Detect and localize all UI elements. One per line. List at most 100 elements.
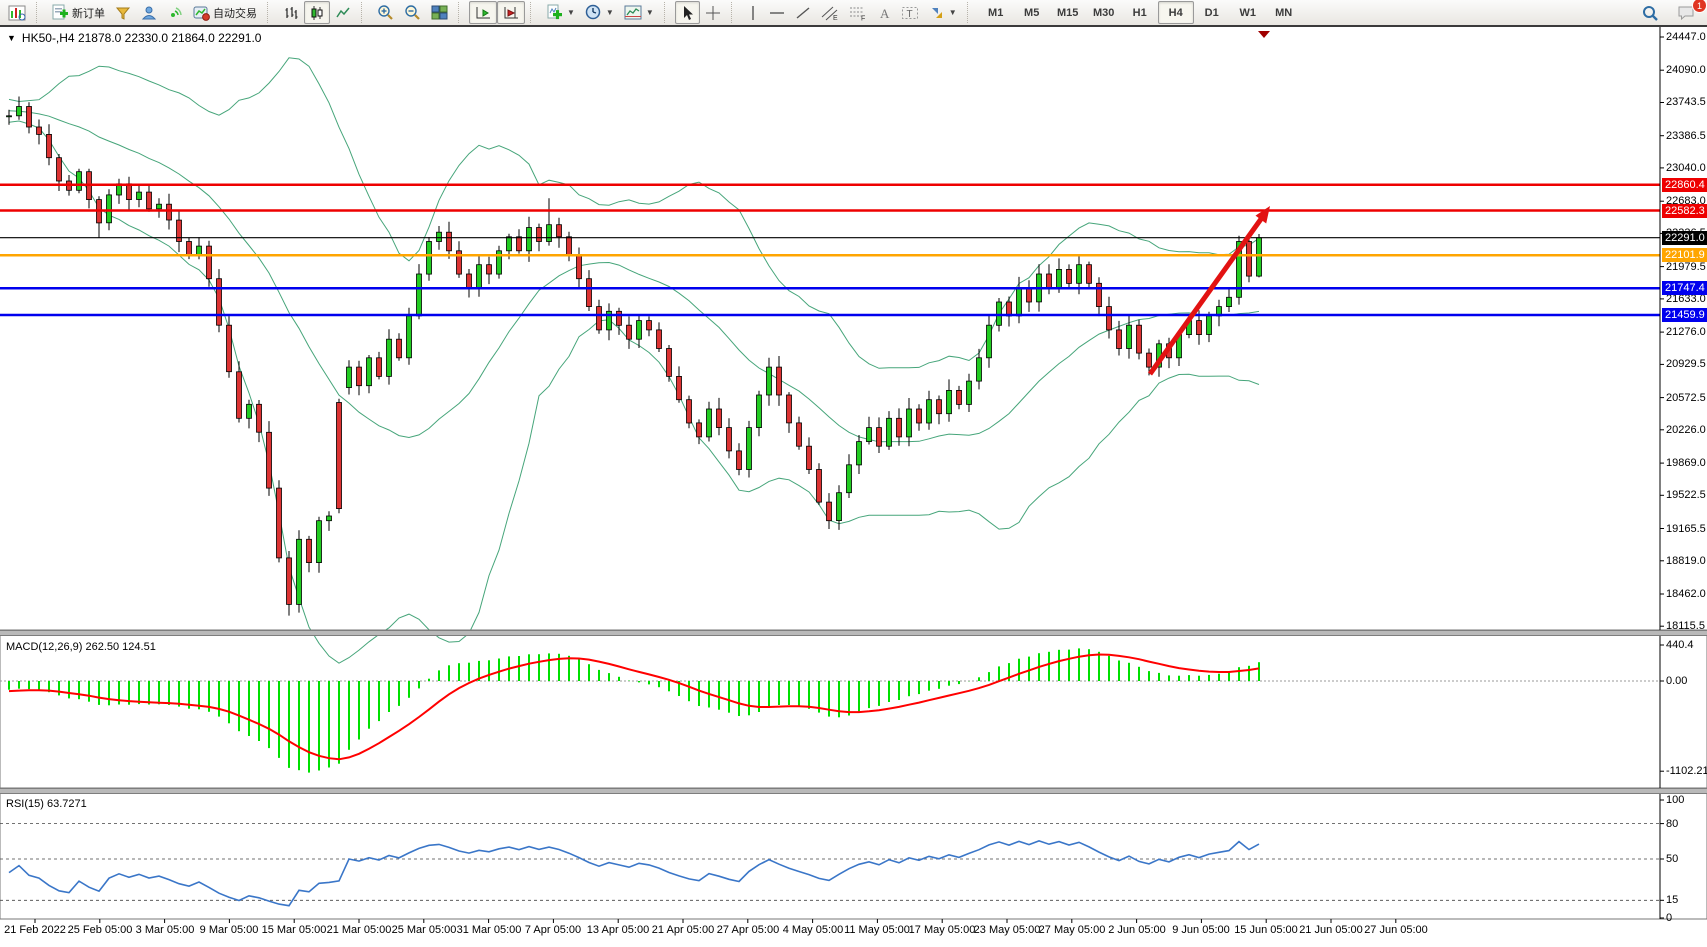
time-tick-label: 21 Mar 05:00 — [327, 924, 392, 936]
text-button[interactable]: A — [872, 1, 896, 24]
chart-shift-button[interactable] — [497, 1, 525, 24]
line-chart-icon — [335, 5, 351, 21]
autotrading-button[interactable]: 自动交易 — [188, 1, 262, 24]
toolbar-separator — [458, 2, 464, 23]
bar-chart-button[interactable] — [278, 1, 304, 24]
price-tick-label: 23040.0 — [1666, 162, 1706, 174]
time-tick-label: 17 May 05:00 — [909, 924, 976, 936]
price-line-badge: 21459.9 — [1662, 308, 1707, 322]
time-tick-label: 2 Jun 05:00 — [1108, 924, 1166, 936]
timeframe-button-mn[interactable]: MN — [1266, 1, 1302, 24]
chart-caret-icon[interactable]: ▼ — [7, 33, 16, 43]
bollinger-band-l — [9, 121, 1259, 663]
zoom-out-button[interactable] — [399, 1, 426, 24]
main-toolbar: 新订单 — [0, 0, 1707, 27]
dropdown-arrow-icon: ▼ — [606, 8, 614, 17]
trendline-icon — [795, 5, 811, 21]
timeframe-toolbar: M1M5M15M30H1H4D1W1MN — [975, 0, 1305, 25]
time-tick-label: 27 Apr 05:00 — [717, 924, 779, 936]
svg-text:F: F — [861, 15, 865, 21]
price-tick-label: 20226.0 — [1666, 424, 1706, 436]
time-tick-label: 4 May 05:00 — [783, 924, 844, 936]
toolbar-separator — [731, 2, 737, 23]
dropdown-arrow-icon: ▼ — [949, 8, 957, 17]
timeframe-button-d1[interactable]: D1 — [1194, 1, 1230, 24]
time-tick-label: 15 Mar 05:00 — [262, 924, 327, 936]
price-tick-label: 18115.5 — [1666, 620, 1705, 632]
zoom-in-icon — [377, 4, 394, 21]
auto-scroll-button[interactable] — [469, 1, 497, 24]
symbols-chart-button[interactable] — [3, 1, 31, 24]
chart-window: ▼ HK50-,H4 21878.0 22330.0 21864.0 22291… — [0, 27, 1707, 947]
template-icon — [624, 5, 642, 20]
price-tick-label: 18819.0 — [1666, 555, 1706, 567]
svg-text:E: E — [833, 15, 838, 21]
vertical-line-button[interactable] — [742, 1, 764, 24]
price-tick-label: 21276.0 — [1666, 326, 1706, 338]
macd-signal-line — [9, 655, 1259, 760]
periods-button[interactable]: ▼ — [580, 1, 619, 24]
candlestick-chart-button[interactable] — [304, 1, 330, 24]
equidistant-channel-button[interactable]: E — [816, 1, 844, 24]
zoom-in-button[interactable] — [372, 1, 399, 24]
text-label-button[interactable]: T — [896, 1, 924, 24]
timeframe-button-m5[interactable]: M5 — [1014, 1, 1050, 24]
signals-button[interactable] — [162, 1, 188, 24]
macd-tick-label: 440.4 — [1666, 639, 1694, 651]
text-label-icon: T — [901, 5, 919, 21]
trend-arrow — [1150, 206, 1270, 374]
search-button[interactable] — [1636, 1, 1664, 24]
mt4-terminal: 新订单 — [0, 0, 1707, 947]
trendline-button[interactable] — [790, 1, 816, 24]
price-tick-label: 23386.5 — [1666, 130, 1706, 142]
arrows-button[interactable]: ▼ — [924, 1, 962, 24]
timeframe-button-m1[interactable]: M1 — [978, 1, 1014, 24]
notification-badge: 1 — [1692, 0, 1707, 13]
auto-scroll-icon — [474, 5, 492, 21]
horizontal-line-button[interactable] — [764, 1, 790, 24]
line-chart-button[interactable] — [330, 1, 356, 24]
price-tick-label: 18462.0 — [1666, 588, 1706, 600]
rsi-splitter[interactable] — [0, 788, 1707, 794]
timeframe-button-h1[interactable]: H1 — [1122, 1, 1158, 24]
community-button[interactable] — [136, 1, 162, 24]
price-tick-label: 24090.0 — [1666, 64, 1706, 76]
timeframe-button-h4[interactable]: H4 — [1158, 1, 1194, 24]
shift-marker-icon — [1258, 31, 1270, 38]
macd-splitter[interactable] — [0, 630, 1707, 636]
candlesticks — [7, 97, 1262, 616]
macd-histogram — [9, 648, 1259, 772]
clock-icon — [585, 4, 602, 21]
price-tick-label: 20929.5 — [1666, 358, 1706, 370]
dropdown-arrow-icon: ▼ — [567, 8, 575, 17]
toolbar-separator — [967, 2, 973, 23]
new-order-button[interactable]: 新订单 — [47, 1, 110, 24]
vertical-line-icon — [747, 5, 759, 21]
svg-text:A: A — [880, 6, 890, 21]
time-tick-label: 21 Feb 2022 — [4, 924, 66, 936]
crosshair-button[interactable] — [700, 1, 726, 24]
time-tick-label: 3 Mar 05:00 — [136, 924, 195, 936]
rsi-indicator-label: RSI(15) 63.7271 — [6, 798, 87, 810]
timeframe-button-w1[interactable]: W1 — [1230, 1, 1266, 24]
price-tick-label: 19165.5 — [1666, 523, 1706, 535]
tile-windows-button[interactable] — [426, 1, 453, 24]
dropdown-arrow-icon: ▼ — [646, 8, 654, 17]
fibonacci-button[interactable]: F — [844, 1, 872, 24]
timeframe-button-m30[interactable]: M30 — [1086, 1, 1122, 24]
horizontal-line-icon — [769, 5, 785, 21]
time-tick-label: 9 Jun 05:00 — [1172, 924, 1230, 936]
depth-of-market-button[interactable] — [110, 1, 136, 24]
time-tick-label: 11 May 05:00 — [844, 924, 910, 936]
cursor-button[interactable] — [675, 1, 700, 24]
bar-chart-icon — [283, 5, 299, 21]
templates-button[interactable]: ▼ — [619, 1, 659, 24]
indicators-button[interactable]: ▼ — [541, 1, 580, 24]
bollinger-band-u — [9, 58, 1259, 369]
timeframe-button-m15[interactable]: M15 — [1050, 1, 1086, 24]
candlestick-chart-icon — [309, 5, 325, 21]
time-tick-label: 27 May 05:00 — [1039, 924, 1106, 936]
toolbar-separator — [267, 2, 273, 23]
rsi-line — [9, 841, 1259, 906]
notifications-button[interactable]: 1 — [1672, 1, 1701, 24]
